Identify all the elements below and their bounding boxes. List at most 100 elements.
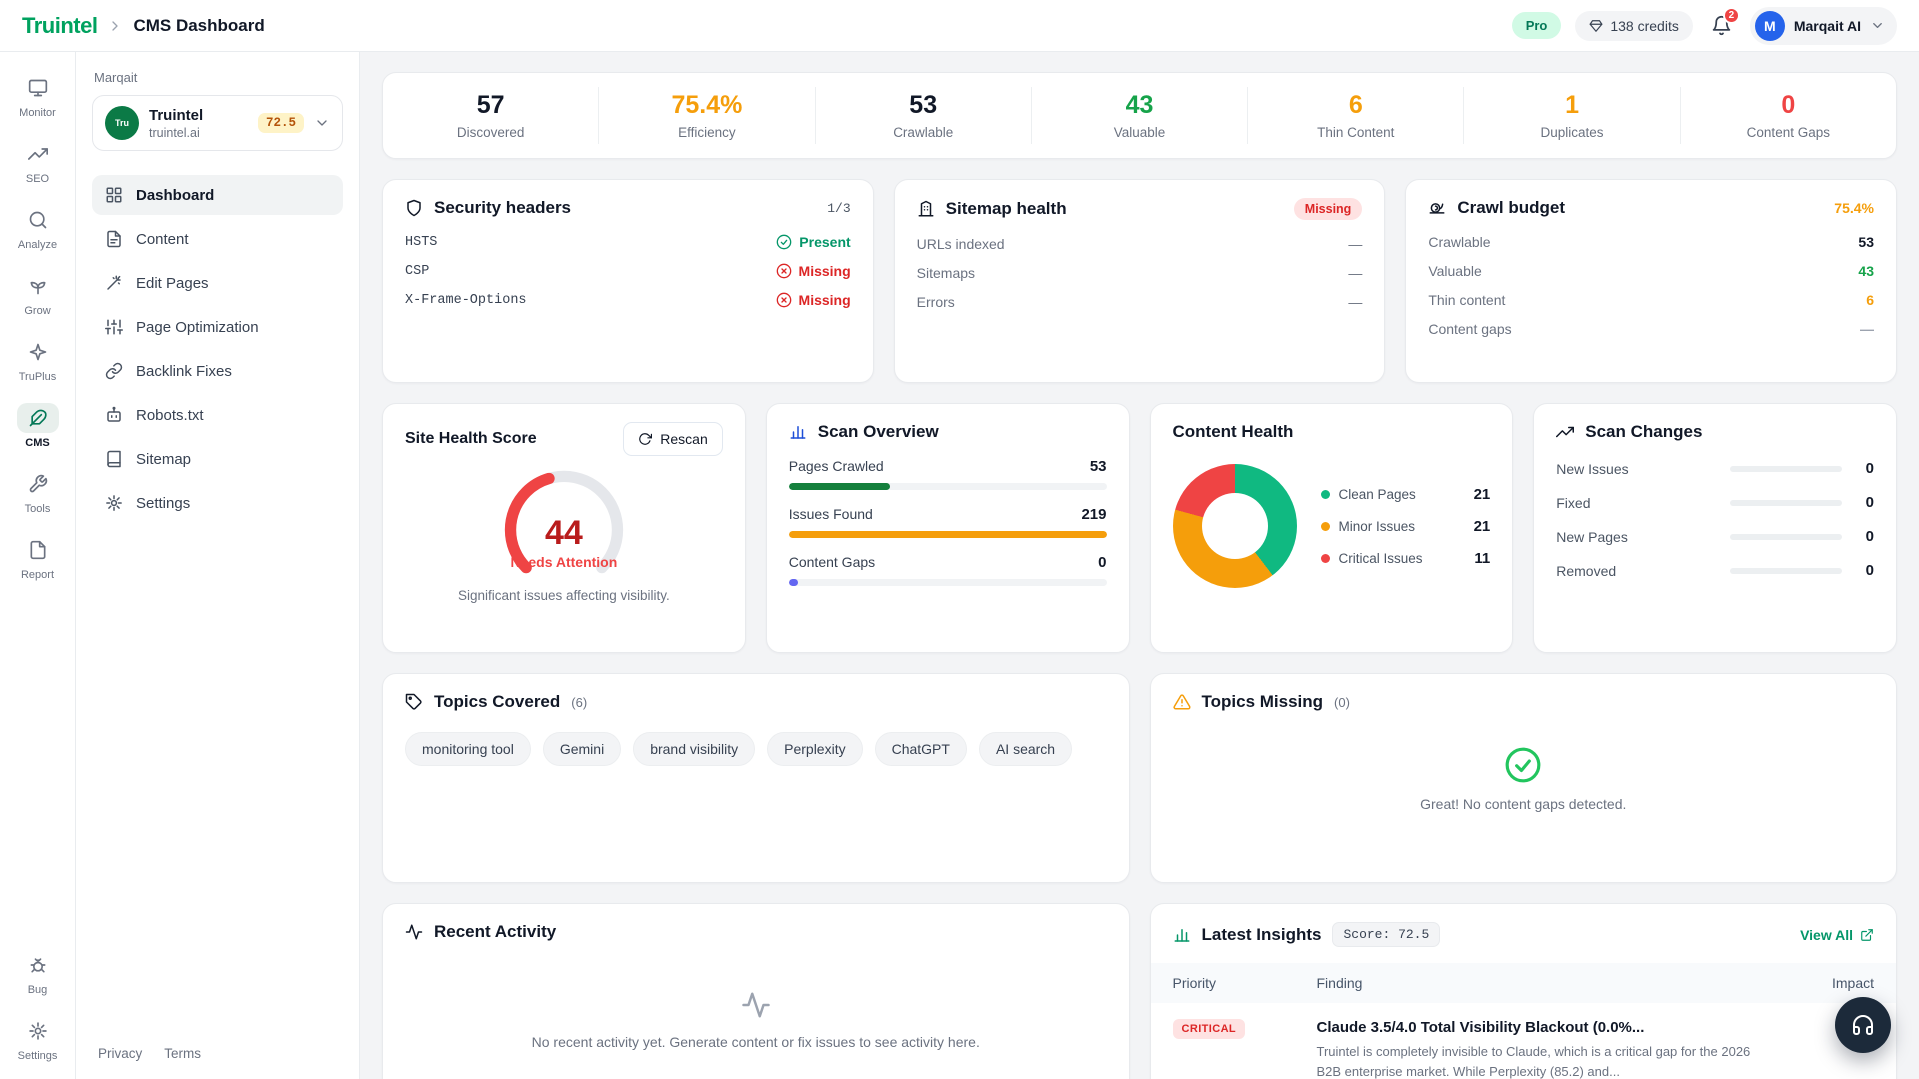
stat-label: Crawlable — [816, 125, 1031, 140]
health-score-gauge: 44 Needs Attention — [476, 466, 652, 574]
sidebar-item-settings[interactable]: Settings — [92, 483, 343, 523]
finding-title: Claude 3.5/4.0 Total Visibility Blackout… — [1317, 1019, 1771, 1036]
stats-strip: 57Discovered 75.4%Efficiency 53Crawlable… — [382, 72, 1897, 159]
user-menu[interactable]: M Marqait AI — [1750, 7, 1897, 45]
file-text-icon — [105, 230, 123, 248]
snail-icon — [1428, 199, 1446, 217]
card-title: Topics Missing — [1202, 692, 1324, 712]
topic-pill[interactable]: ChatGPT — [875, 732, 967, 766]
progress-track — [1730, 466, 1842, 472]
crawl-row: Thin content6 — [1428, 292, 1874, 308]
privacy-link[interactable]: Privacy — [98, 1046, 142, 1061]
topics-missing-count: (0) — [1334, 695, 1350, 710]
card-title: Crawl budget — [1457, 198, 1565, 218]
bar-chart-icon — [789, 423, 807, 441]
priority-badge: CRITICAL — [1173, 1019, 1246, 1039]
view-all-link[interactable]: View All — [1800, 927, 1874, 943]
security-count-badge: 1/3 — [827, 201, 850, 216]
stat-valuable: 43Valuable — [1032, 87, 1248, 144]
page-title: CMS Dashboard — [133, 16, 264, 36]
main-content: 57Discovered 75.4%Efficiency 53Crawlable… — [360, 52, 1919, 1079]
rail-item-report[interactable]: Report — [6, 528, 70, 588]
search-icon — [17, 205, 59, 235]
gem-icon — [1589, 19, 1603, 33]
sidebar-item-edit-pages[interactable]: Edit Pages — [92, 263, 343, 303]
sidebar-item-content[interactable]: Content — [92, 219, 343, 259]
external-link-icon — [1860, 928, 1874, 942]
topic-pill[interactable]: brand visibility — [633, 732, 755, 766]
workspace-selector[interactable]: Tru Truintel truintel.ai 72.5 — [92, 95, 343, 151]
rail-item-tools[interactable]: Tools — [6, 462, 70, 522]
workspace-avatar: Tru — [105, 106, 139, 140]
progress-track — [1730, 500, 1842, 506]
trending-up-icon — [1556, 423, 1574, 441]
content-health-card: Content Health Clean Pages 21 Minor Issu… — [1150, 403, 1514, 653]
sprout-icon — [17, 271, 59, 301]
rail-item-bug[interactable]: Bug — [6, 943, 70, 1003]
sidebar-item-label: Dashboard — [136, 187, 214, 204]
notification-count-badge: 2 — [1723, 7, 1740, 24]
card-title: Content Health — [1173, 422, 1294, 442]
credits-label: 138 credits — [1610, 18, 1678, 34]
sidebar-item-backlink-fixes[interactable]: Backlink Fixes — [92, 351, 343, 391]
rail-item-grow[interactable]: Grow — [6, 264, 70, 324]
pro-badge: Pro — [1512, 12, 1562, 39]
support-button[interactable] — [1835, 997, 1891, 1053]
rail-item-analyze[interactable]: Analyze — [6, 198, 70, 258]
refresh-icon — [638, 432, 652, 446]
topic-pills: monitoring tool Gemini brand visibility … — [405, 732, 1107, 766]
stat-value: 53 — [816, 91, 1031, 120]
notifications-button[interactable]: 2 — [1707, 11, 1736, 40]
credits-pill[interactable]: 138 credits — [1575, 11, 1692, 41]
stat-label: Thin Content — [1248, 125, 1463, 140]
status-missing: Missing — [776, 292, 851, 308]
building-icon — [917, 200, 935, 218]
rescan-button[interactable]: Rescan — [623, 422, 722, 456]
rail-item-cms[interactable]: CMS — [6, 396, 70, 456]
recent-activity-card: Recent Activity No recent activity yet. … — [382, 903, 1130, 1079]
book-icon — [105, 450, 123, 468]
topic-pill[interactable]: Perplexity — [767, 732, 862, 766]
legend-clean-pages: Clean Pages 21 — [1321, 486, 1491, 503]
workspace-score-badge: 72.5 — [258, 113, 304, 133]
wrench-icon — [17, 469, 59, 499]
stat-label: Content Gaps — [1681, 125, 1896, 140]
stat-value: 57 — [383, 91, 598, 120]
card-title: Sitemap health — [946, 199, 1067, 219]
sidebar: Marqait Tru Truintel truintel.ai 72.5 Da… — [76, 52, 360, 1079]
rail-item-truplus[interactable]: TruPlus — [6, 330, 70, 390]
scan-metric-pages-crawled: Pages Crawled53 — [789, 458, 1107, 490]
sidebar-item-dashboard[interactable]: Dashboard — [92, 175, 343, 215]
topic-pill[interactable]: monitoring tool — [405, 732, 531, 766]
sidebar-item-sitemap[interactable]: Sitemap — [92, 439, 343, 479]
rail-item-settings[interactable]: Settings — [6, 1009, 70, 1069]
rail-item-monitor[interactable]: Monitor — [6, 66, 70, 126]
rail-item-seo[interactable]: SEO — [6, 132, 70, 192]
gear-icon — [17, 1016, 59, 1046]
rail-label: Report — [21, 569, 54, 581]
status-missing: Missing — [776, 263, 851, 279]
legend-dot — [1321, 554, 1330, 563]
change-row-new-issues: New Issues0 — [1556, 460, 1874, 477]
stat-label: Valuable — [1032, 125, 1247, 140]
progress-track — [1730, 534, 1842, 540]
truintel-logo[interactable]: Truintel — [22, 13, 97, 39]
stat-value: 6 — [1248, 91, 1463, 120]
empty-text: Great! No content gaps detected. — [1420, 796, 1626, 812]
progress-fill — [789, 483, 891, 490]
stat-duplicates: 1Duplicates — [1464, 87, 1680, 144]
sidebar-item-page-optimization[interactable]: Page Optimization — [92, 307, 343, 347]
topic-pill[interactable]: Gemini — [543, 732, 621, 766]
change-row-new-pages: New Pages0 — [1556, 528, 1874, 545]
security-row: X-Frame-Options Missing — [405, 292, 851, 308]
topic-pill[interactable]: AI search — [979, 732, 1072, 766]
sidebar-item-robots-txt[interactable]: Robots.txt — [92, 395, 343, 435]
legend-dot — [1321, 522, 1330, 531]
wand-icon — [105, 274, 123, 292]
trending-up-icon — [17, 139, 59, 169]
sidebar-item-label: Page Optimization — [136, 319, 259, 336]
crawl-row: Crawlable53 — [1428, 234, 1874, 250]
rail-label: CMS — [25, 437, 49, 449]
insight-row[interactable]: CRITICAL Claude 3.5/4.0 Total Visibility… — [1151, 1003, 1897, 1079]
terms-link[interactable]: Terms — [164, 1046, 201, 1061]
